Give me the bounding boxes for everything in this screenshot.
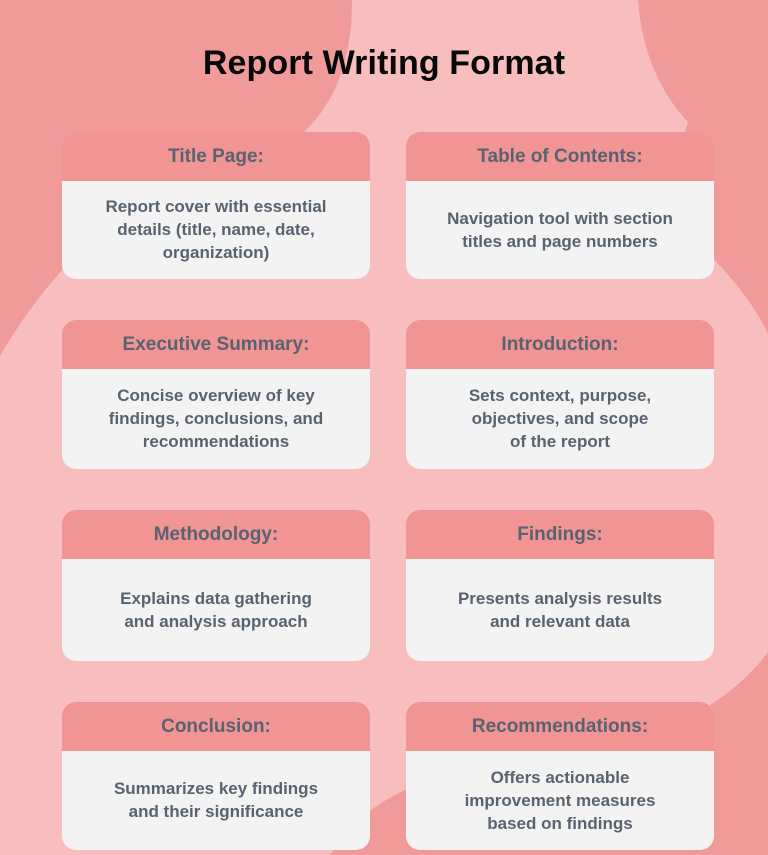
card-heading: Recommendations: bbox=[406, 702, 714, 751]
card-body-text: Explains data gathering and analysis app… bbox=[120, 588, 312, 631]
card-body-text: Report cover with essential details (tit… bbox=[105, 197, 327, 262]
card-executive-summary: Executive Summary: Concise overview of k… bbox=[62, 320, 370, 469]
card-body-text: Sets context, purpose, objectives, and s… bbox=[468, 386, 652, 451]
card-title-page: Title Page: Report cover with essential … bbox=[62, 132, 370, 279]
card-grid: Title Page: Report cover with essential … bbox=[62, 132, 714, 850]
card-conclusion: Conclusion: Summarizes key findings and … bbox=[62, 702, 370, 850]
card-heading: Methodology: bbox=[62, 510, 370, 559]
card-heading: Findings: bbox=[406, 510, 714, 559]
card-body-text: Summarizes key findings and their signif… bbox=[113, 779, 319, 821]
card-heading: Table of Contents: bbox=[406, 132, 714, 181]
card-body-text: Offers actionable improvement measures b… bbox=[464, 767, 656, 833]
card-body-text: Navigation tool with section titles and … bbox=[447, 208, 673, 251]
card-heading: Title Page: bbox=[62, 132, 370, 181]
card-heading: Introduction: bbox=[406, 320, 714, 369]
card-body-text: Concise overview of key findings, conclu… bbox=[108, 386, 324, 451]
page-title: Report Writing Format bbox=[202, 44, 566, 82]
card-body-text: Presents analysis results and relevant d… bbox=[457, 588, 663, 631]
card-heading: Executive Summary: bbox=[62, 320, 370, 369]
infographic-page: Report Writing Format Title Page: Report… bbox=[0, 0, 768, 855]
card-heading: Conclusion: bbox=[62, 702, 370, 751]
card-table-of-contents: Table of Contents: Navigation tool with … bbox=[406, 132, 714, 279]
card-introduction: Introduction: Sets context, purpose, obj… bbox=[406, 320, 714, 469]
card-findings: Findings: Presents analysis results and … bbox=[406, 510, 714, 661]
card-methodology: Methodology: Explains data gathering and… bbox=[62, 510, 370, 661]
card-recommendations: Recommendations: Offers actionable impro… bbox=[406, 702, 714, 850]
